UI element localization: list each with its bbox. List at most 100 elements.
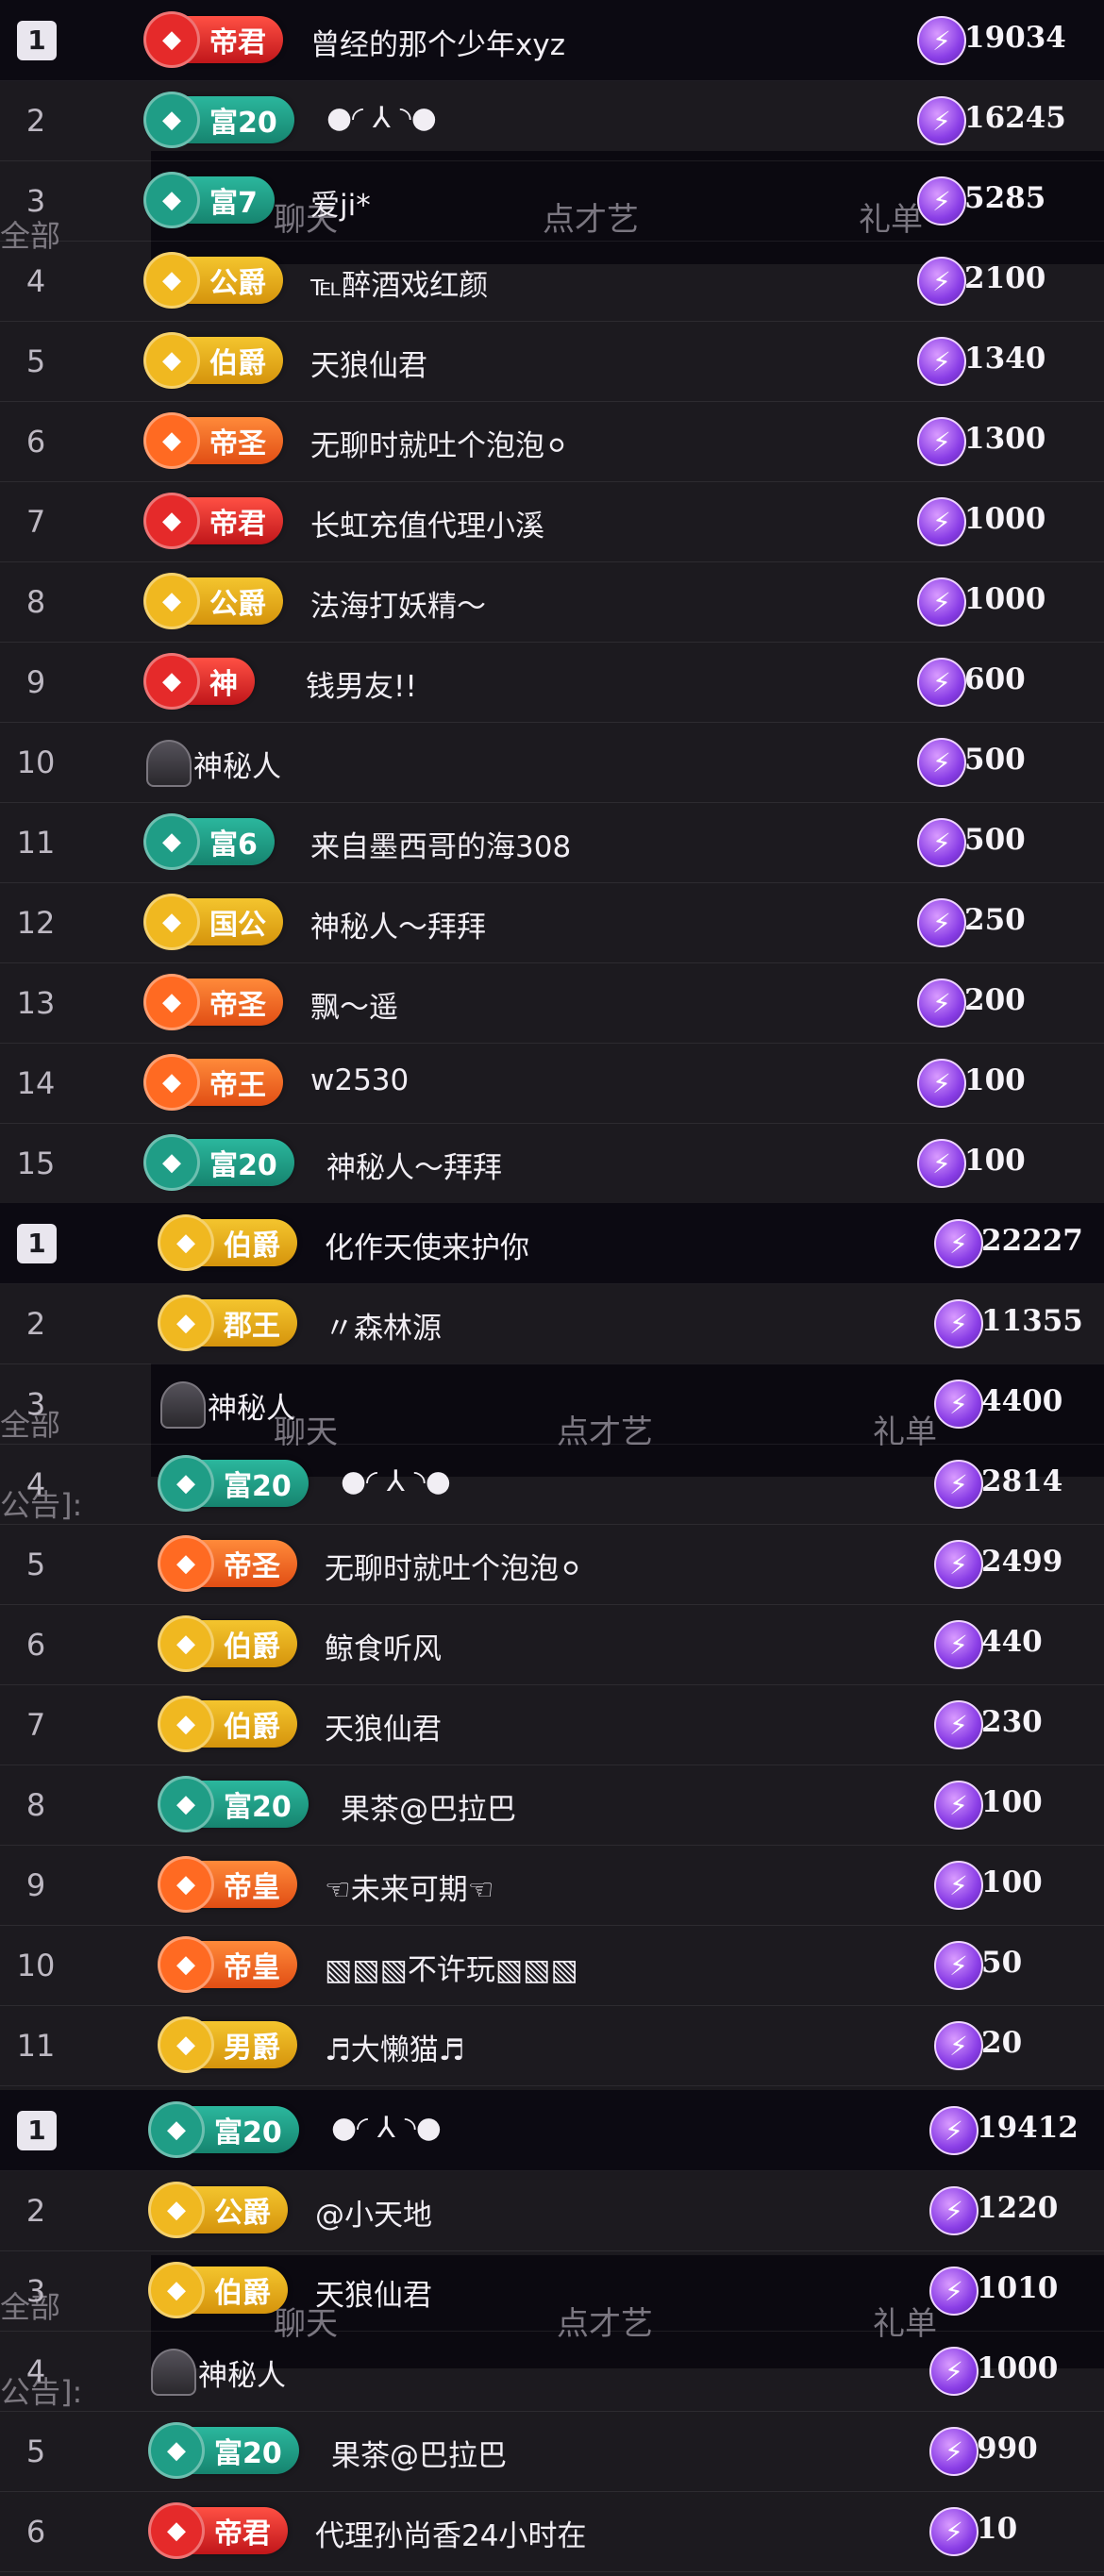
user-name: 果茶@巴拉巴	[341, 1793, 516, 1827]
rank-number: 7	[25, 1706, 46, 1743]
contribution-score: 4400	[981, 1384, 1063, 1418]
ranking-row[interactable]: 14 ◆ 帝王 w2530 ⚡ 100	[0, 1043, 1104, 1124]
badge-label: 伯爵	[209, 347, 266, 380]
user-name: 法海打妖精～	[310, 590, 486, 624]
user-name: 曾经的那个少年xyz	[310, 28, 565, 62]
level-badge: ◆ 富20	[143, 1134, 294, 1191]
ranking-row[interactable]: 1 ◆ 富20 ●◜ ⅄ ◝● ⚡ 19412	[0, 2090, 1104, 2171]
ranking-row[interactable]: 8 ◆ 公爵 法海打妖精～ ⚡ 1000	[0, 561, 1104, 643]
ranking-row[interactable]: 3 神秘人 ⚡ 4400	[0, 1363, 1104, 1445]
user-name: 鲸食听风	[325, 1632, 442, 1666]
badge-emblem-icon: ◆	[158, 1936, 214, 1993]
user-name: ♬大懒猫♬	[325, 2033, 465, 2067]
contribution-score: 100	[964, 1063, 1026, 1097]
user-name: 爱ji*	[310, 189, 371, 223]
ranking-row[interactable]: 3 ◆ 富7 爱ji* ⚡ 5285	[0, 160, 1104, 242]
ranking-row[interactable]: 11 ◆ 男爵 ♬大懒猫♬ ⚡ 20	[0, 2005, 1104, 2086]
user-name: 长虹充值代理小溪	[310, 510, 544, 544]
ranking-row[interactable]: 9 ◆ 帝皇 ☜未来可期☜ ⚡ 100	[0, 1845, 1104, 1926]
user-name: ●◜ ⅄ ◝●	[341, 1464, 451, 1498]
badge-emblem-icon: ◆	[143, 412, 200, 469]
lightning-coin-icon: ⚡	[929, 2507, 979, 2556]
level-badge: ◆ 国公	[143, 894, 283, 950]
ranking-row[interactable]: 13 ◆ 帝圣 飘～遥 ⚡ 200	[0, 962, 1104, 1044]
ranking-row[interactable]: 10 神秘人 ⚡ 500	[0, 722, 1104, 803]
level-badge: ◆ 伯爵	[143, 332, 283, 389]
contribution-score: 2100	[964, 261, 1046, 295]
ranking-row[interactable]: 1 ◆ 帝君 曾经的那个少年xyz ⚡ 19034	[0, 0, 1104, 81]
ranking-row[interactable]: 2 ◆ 富20 ●◜ ⅄ ◝● ⚡ 16245	[0, 80, 1104, 161]
user-name: 化作天使来护你	[325, 1231, 529, 1265]
user-name: 天狼仙君	[310, 349, 427, 383]
level-badge: ◆ 帝君	[148, 2502, 288, 2559]
ranking-row[interactable]: 6 ◆ 帝圣 无聊时就吐个泡泡⚪ ⚡ 1300	[0, 401, 1104, 482]
ranking-row[interactable]: 1 ◆ 伯爵 化作天使来护你 ⚡ 22227	[0, 1203, 1104, 1284]
level-badge: ◆ 富20	[143, 92, 294, 148]
contribution-score: 1000	[964, 502, 1046, 536]
rank-number: 13	[16, 984, 56, 1021]
ranking-row[interactable]: 6 ◆ 伯爵 鲸食听风 ⚡ 440	[0, 1604, 1104, 1685]
lightning-coin-icon: ⚡	[917, 497, 966, 546]
ranking-row[interactable]: 4 ◆ 富20 ●◜ ⅄ ◝● ⚡ 2814	[0, 1444, 1104, 1525]
rank-number: 10	[16, 1947, 56, 1983]
ranking-row[interactable]: 4 神秘人 ⚡ 1000	[0, 2331, 1104, 2412]
user-name: 神秘人	[193, 750, 281, 784]
contribution-score: 100	[981, 1785, 1043, 1819]
lightning-coin-icon: ⚡	[934, 1861, 983, 1910]
ranking-row[interactable]: 2 ◆ 郡王 〃森林源 ⚡ 11355	[0, 1283, 1104, 1364]
lightning-coin-icon: ⚡	[929, 2427, 979, 2476]
badge-emblem-icon: ◆	[158, 1535, 214, 1592]
rank-number: 3	[25, 182, 46, 219]
lightning-coin-icon: ⚡	[934, 1219, 983, 1268]
lightning-coin-icon: ⚡	[929, 2267, 979, 2316]
ranking-row[interactable]: 5 ◆ 帝圣 无聊时就吐个泡泡⚪ ⚡ 2499	[0, 1524, 1104, 1605]
rank-number: 12	[16, 904, 56, 941]
ranking-row[interactable]: 4 ◆ 公爵 ℡醉酒戏红颜 ⚡ 2100	[0, 241, 1104, 322]
ranking-row[interactable]: 8 ◆ 富20 果茶@巴拉巴 ⚡ 100	[0, 1765, 1104, 1846]
ranking-row[interactable]: 15 ◆ 富20 神秘人～拜拜 ⚡ 100	[0, 1123, 1104, 1203]
ranking-row[interactable]: 2 ◆ 公爵 @小天地 ⚡ 1220	[0, 2170, 1104, 2251]
rank-number: 8	[25, 583, 46, 620]
level-badge: ◆ 帝王	[143, 1054, 283, 1111]
rank-number: 2	[25, 2192, 46, 2229]
lightning-coin-icon: ⚡	[917, 738, 966, 787]
user-name: ℡醉酒戏红颜	[310, 269, 489, 303]
rank-number: 14	[16, 1064, 56, 1101]
level-badge: ◆ 帝圣	[143, 412, 283, 469]
ranking-row[interactable]: 7 ◆ 帝君 长虹充值代理小溪 ⚡ 1000	[0, 481, 1104, 562]
user-name: @小天地	[315, 2199, 432, 2233]
user-name: 神秘人	[198, 2359, 286, 2393]
badge-label: 郡王	[224, 1310, 280, 1343]
lightning-coin-icon: ⚡	[929, 2106, 979, 2155]
badge-emblem-icon: ◆	[143, 1134, 200, 1191]
ranking-row[interactable]: 6 ◆ 帝君 代理孙尚香24小时在 ⚡ 10	[0, 2491, 1104, 2572]
user-name: 钱男友!!	[306, 670, 417, 704]
ranking-row[interactable]: 12 ◆ 国公 神秘人～拜拜 ⚡ 250	[0, 882, 1104, 963]
badge-label: 帝圣	[209, 989, 266, 1022]
user-name: 无聊时就吐个泡泡⚪	[325, 1552, 583, 1586]
badge-label: 帝圣	[224, 1550, 280, 1583]
ranking-row[interactable]: 11 ◆ 富6 来自墨西哥的海308 ⚡ 500	[0, 802, 1104, 883]
badge-emblem-icon: ◆	[143, 11, 200, 68]
ranking-row[interactable]: 10 ◆ 帝皇 ▧▧▧不许玩▧▧▧ ⚡ 50	[0, 1925, 1104, 2006]
ranking-row[interactable]: 9 ◆ 神钱男友!! ⚡ 600	[0, 642, 1104, 723]
badge-emblem-icon: ◆	[143, 92, 200, 148]
badge-label: 富6	[209, 828, 258, 861]
lightning-coin-icon: ⚡	[917, 658, 966, 707]
lightning-coin-icon: ⚡	[934, 1781, 983, 1830]
ranking-row[interactable]: 5 ◆ 伯爵 天狼仙君 ⚡ 1340	[0, 321, 1104, 402]
rank-number: 3	[25, 1385, 46, 1422]
level-badge: ◆ 公爵	[143, 252, 283, 309]
ranking-row[interactable]: 5 ◆ 富20 果茶@巴拉巴 ⚡ 990	[0, 2411, 1104, 2492]
rank-number: 1	[17, 20, 57, 60]
user-name: 代理孙尚香24小时在	[315, 2519, 587, 2553]
badge-label: 帝圣	[209, 427, 266, 460]
user-name: ●◜ ⅄ ◝●	[326, 101, 437, 135]
ranking-row[interactable]: 7 ◆ 伯爵 天狼仙君 ⚡ 230	[0, 1684, 1104, 1765]
lightning-coin-icon: ⚡	[917, 176, 966, 226]
ranking-row[interactable]: 3 ◆ 伯爵 天狼仙君 ⚡ 1010	[0, 2250, 1104, 2332]
badge-label: 富20	[224, 1470, 292, 1503]
rank-number: 2	[25, 1305, 46, 1342]
lightning-coin-icon: ⚡	[929, 2347, 979, 2396]
badge-label: 帝君	[214, 2517, 271, 2551]
